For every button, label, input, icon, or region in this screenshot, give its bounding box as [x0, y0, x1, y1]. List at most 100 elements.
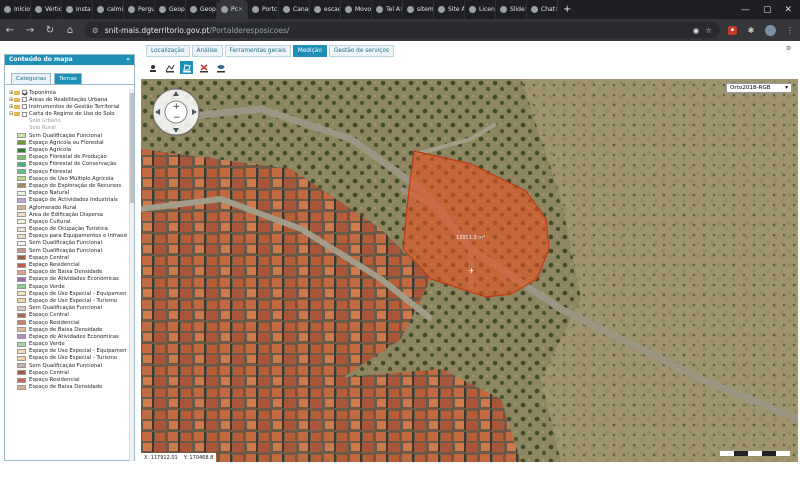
- legend-swatch: [17, 320, 26, 325]
- map-canvas[interactable]: 12051.3 m² + + − Orto2018-RGB ▾ X: 11791…: [141, 79, 798, 462]
- pan-zoom-control[interactable]: + −: [151, 87, 201, 137]
- legend-item: Espaço Residencial: [9, 319, 127, 326]
- browser-tab[interactable]: Tel A✕: [372, 0, 403, 19]
- legend-label: Espaço Central: [29, 312, 69, 319]
- browser-tab[interactable]: Pergu✕: [124, 0, 155, 19]
- browser-tab-label: Chat: [541, 6, 556, 13]
- minimize-icon[interactable]: —: [741, 5, 750, 15]
- bookmark-star-icon[interactable]: ☆: [705, 26, 712, 35]
- layer-checkbox[interactable]: [22, 97, 27, 103]
- browser-tab[interactable]: Geop✕: [155, 0, 186, 19]
- forward-icon[interactable]: →: [24, 25, 36, 36]
- browser-tab[interactable]: Movo✕: [341, 0, 372, 19]
- legend-swatch: [17, 377, 26, 383]
- legend-label: Espaço Central: [29, 254, 69, 261]
- measure-point-icon[interactable]: [146, 61, 159, 74]
- close-window-icon[interactable]: ✕: [784, 5, 792, 15]
- close-tab-icon[interactable]: ✕: [555, 6, 557, 13]
- profile-avatar[interactable]: [765, 24, 776, 36]
- extensions-puzzle-icon[interactable]: ✱: [745, 24, 757, 36]
- browser-tab-label: Pc: [231, 6, 238, 13]
- browser-tab[interactable]: Portc✕: [248, 0, 279, 19]
- browser-tab-label: Portc: [262, 6, 278, 13]
- browser-tab-label: Slide: [510, 6, 525, 13]
- measure-line-icon[interactable]: [163, 61, 176, 74]
- legend-swatch: [17, 240, 26, 246]
- extension-icon[interactable]: ▪: [728, 25, 737, 35]
- legend-label: Espaço Florestal de Produção: [29, 154, 107, 161]
- legend-item: Espaço de Uso Especial - Turismo: [9, 355, 127, 362]
- legend-item: Espaço Central: [9, 369, 127, 376]
- browser-tab-label: Site A: [448, 6, 465, 13]
- measure-area-icon[interactable]: [180, 61, 193, 74]
- app-tab[interactable]: Localização: [146, 45, 190, 57]
- legend-swatch: [17, 197, 26, 203]
- collapse-panel-icon[interactable]: «: [126, 56, 130, 64]
- maximize-icon[interactable]: ▢: [763, 5, 772, 15]
- app-tab[interactable]: Gestão de serviços: [328, 45, 395, 57]
- close-tab-icon[interactable]: ✕: [238, 6, 243, 13]
- browser-tab[interactable]: Início✕: [0, 0, 31, 19]
- folder-icon: [14, 112, 20, 117]
- app-tab[interactable]: Medição: [292, 45, 327, 57]
- tab-favicon-icon: [531, 6, 538, 13]
- browser-menu-icon[interactable]: ⋮: [784, 24, 796, 36]
- measure-settings-icon[interactable]: [214, 61, 227, 74]
- map-contents-tab[interactable]: Categorias: [11, 73, 52, 84]
- browser-tab[interactable]: Slide✕: [496, 0, 527, 19]
- legend-swatch: [17, 341, 26, 347]
- layer-checkbox[interactable]: [22, 111, 27, 117]
- legend-swatch: [17, 219, 26, 225]
- layer-group[interactable]: ⊞ Toponímia: [9, 89, 127, 96]
- legend-label: Espaço de Uso Especial - Turismo: [29, 355, 118, 362]
- browser-tab[interactable]: Geop✕: [186, 0, 217, 19]
- eye-off-icon[interactable]: ◉: [693, 26, 700, 35]
- app-tab[interactable]: Análise: [191, 45, 223, 57]
- legend-item: Sem Qualificação Funcional: [9, 132, 127, 139]
- basemap-select[interactable]: Orto2018-RGB ▾: [726, 83, 792, 93]
- back-icon[interactable]: ←: [4, 25, 16, 36]
- measure-cursor-icon: +: [468, 266, 475, 275]
- browser-tab[interactable]: calmi✕: [93, 0, 124, 19]
- tab-favicon-icon: [190, 6, 197, 13]
- tab-favicon-icon: [314, 6, 321, 13]
- legend-item: Espaço para Equipamentos e Infraestrutur…: [9, 233, 127, 240]
- layer-tree-scrollbar[interactable]: [129, 89, 134, 461]
- folder-icon: [14, 104, 20, 109]
- new-tab-button[interactable]: +: [563, 4, 571, 15]
- legend-swatch: [17, 327, 26, 333]
- browser-tab[interactable]: Chat✕: [527, 0, 558, 19]
- layer-checkbox[interactable]: [22, 104, 27, 110]
- browser-tab[interactable]: Site A✕: [434, 0, 465, 19]
- layer-group[interactable]: ⊟ Carta do Regime de Uso do Solo: [9, 111, 127, 118]
- legend-label: Espaço Central: [29, 369, 69, 376]
- map-contents-tab[interactable]: Temas: [54, 73, 82, 84]
- legend-label: Espaço de Atividades Económicas: [29, 276, 119, 283]
- legend-item: Espaço Residencial: [9, 377, 127, 384]
- reload-icon[interactable]: ↻: [44, 25, 56, 36]
- layer-group[interactable]: ⊞ Instrumentos de Gestão Territorial: [9, 103, 127, 110]
- browser-tab[interactable]: sitem✕: [403, 0, 434, 19]
- legend-swatch: [17, 226, 26, 232]
- legend-item: Espaço Verde: [9, 283, 127, 290]
- address-bar[interactable]: ⚙ snit-mais.dgterritorio.gov.pt/Portalde…: [84, 22, 720, 38]
- browser-tab[interactable]: Insta✕: [62, 0, 93, 19]
- legend-item: Espaço de Baixa Densidade: [9, 326, 127, 333]
- browser-tab[interactable]: Canal✕: [279, 0, 310, 19]
- folder-icon: [14, 97, 20, 102]
- tab-favicon-icon: [252, 6, 259, 13]
- legend-swatch: [17, 334, 26, 340]
- layer-checkbox[interactable]: [22, 90, 27, 95]
- browser-tab[interactable]: Pc ✕: [217, 0, 248, 19]
- layer-group[interactable]: ⊞ Áreas de Reabilitação Urbana: [9, 96, 127, 103]
- clear-measurements-icon[interactable]: [197, 61, 210, 74]
- legend-label: Espaço Agrícola ou Florestal: [29, 139, 104, 146]
- site-info-icon[interactable]: ⚙: [92, 26, 99, 35]
- browser-tab[interactable]: Vértic✕: [31, 0, 62, 19]
- home-icon[interactable]: ⌂: [64, 25, 76, 36]
- browser-tab[interactable]: escac✕: [310, 0, 341, 19]
- settings-gear-icon[interactable]: ⚙: [786, 45, 791, 52]
- browser-tab[interactable]: Licen✕: [465, 0, 496, 19]
- legend-swatch: [17, 255, 26, 261]
- app-tab[interactable]: Ferramentas gerais: [224, 45, 291, 57]
